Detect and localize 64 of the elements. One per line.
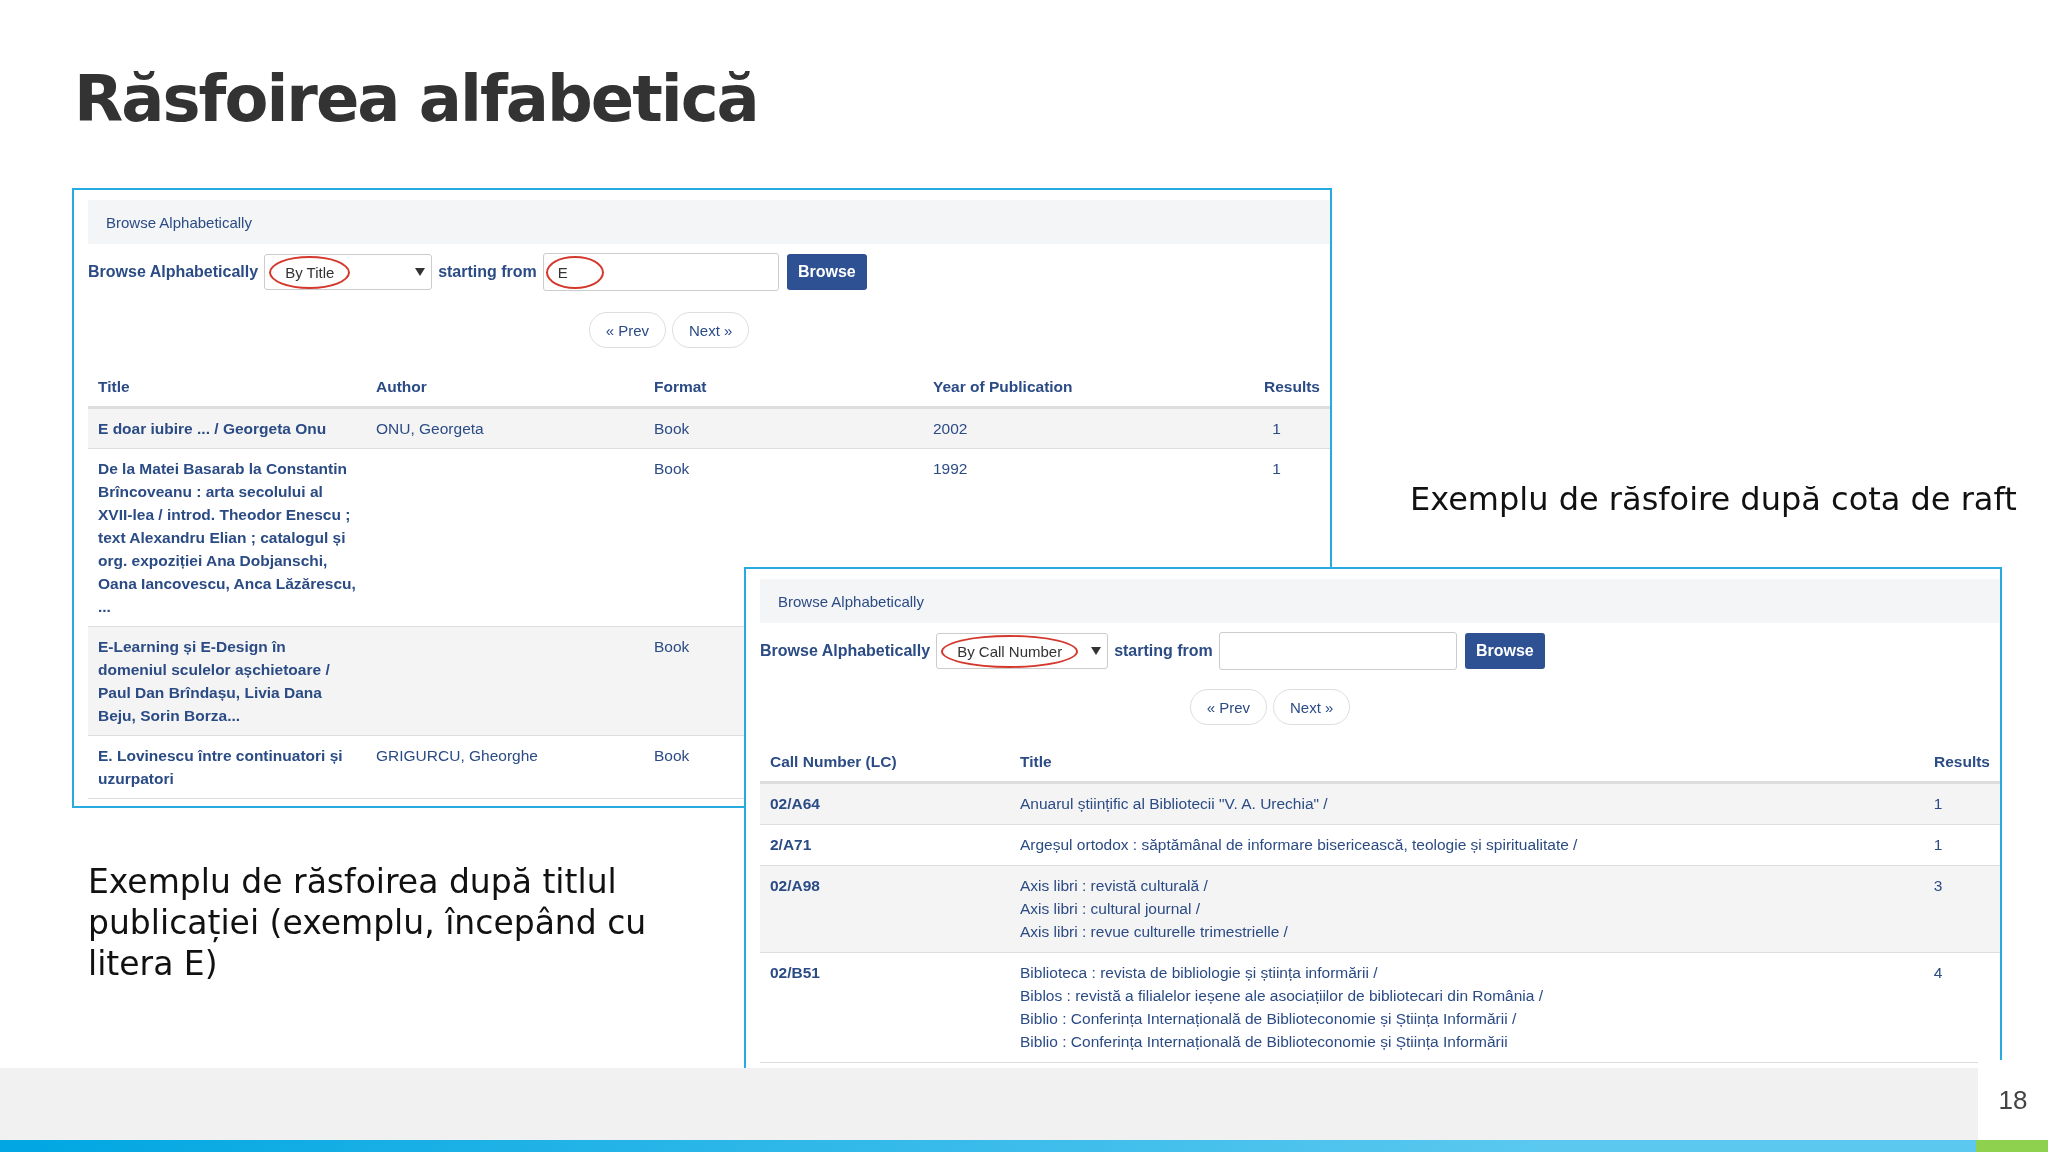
title-link[interactable]: Biblio : Conferința Internațională de Biblioteconomie și Știința Informării: [1020, 1030, 1508, 1053]
title-link[interactable]: Anuarul științific al Bibliotecii "V. A. Urechia" /: [1020, 792, 1328, 815]
table-cell-text: 1: [1272, 459, 1281, 479]
caret-icon: [1091, 647, 1102, 655]
call-number[interactable]: 02/A98: [770, 874, 820, 897]
table-cell-text: 1: [1933, 835, 1943, 855]
caption: Exemplu de răsfoirea după titlul publicației (exemplu, începând cu litera E): [88, 862, 648, 985]
column-header: Format: [654, 378, 707, 395]
title-link[interactable]: Axis libri : cultural journal /: [1020, 897, 1201, 920]
title-link[interactable]: Argeșul ortodox : săptămânal de informare bisericească, teologie și spiritualitate /: [1020, 833, 1578, 856]
field-value: E: [557, 263, 569, 281]
table-cell-text: GRIGURCU, Gheorghe: [376, 746, 538, 766]
table-cell-text: 1992: [933, 459, 968, 479]
column-header: Results: [1934, 753, 1990, 770]
title-link[interactable]: Axis libri : revistă culturală /: [1020, 874, 1208, 897]
browse-button[interactable]: Browse: [1464, 633, 1545, 669]
caption: Exemplu de răsfoire după cota de raft: [1410, 480, 2017, 520]
column-header: Author: [376, 378, 427, 395]
table-cell-text: 3: [1933, 876, 1943, 896]
browse-label: Browse Alphabetically: [88, 263, 259, 281]
starting-from-field[interactable]: E: [542, 253, 779, 291]
title-link[interactable]: E doar iubire ... / Georgeta Onu: [98, 417, 327, 440]
table-cell-text: 4: [1933, 963, 1943, 983]
table-cell-text: 2002: [933, 419, 968, 439]
column-header: Call Number (LC): [770, 753, 897, 770]
prev-button[interactable]: « Prev: [1189, 689, 1267, 725]
browse-type-select[interactable]: By Call Number: [936, 633, 1109, 669]
browse-button[interactable]: Browse: [786, 254, 867, 290]
select-value: By Call Number: [957, 642, 1063, 660]
panel-header: Browse Alphabetically: [106, 213, 252, 231]
title-link[interactable]: Biblio : Conferința Internațională de Biblioteconomie și Știința Informării /: [1020, 1007, 1517, 1030]
table-cell-text: Book: [654, 419, 690, 439]
table-cell-text: Book: [654, 637, 690, 657]
slide-title: Răsfoirea alfabetică: [74, 62, 758, 136]
title-link[interactable]: Biblos : revistă a filialelor ieșene ale asociațiilor de bibliotecari din România /: [1020, 984, 1543, 1007]
prev-button[interactable]: « Prev: [588, 312, 666, 348]
call-number[interactable]: 02/A64: [770, 792, 820, 815]
browse-type-select[interactable]: By Title: [264, 254, 433, 290]
call-number[interactable]: 2/A71: [770, 833, 812, 856]
caret-icon: [415, 268, 426, 276]
browse-label: Browse Alphabetically: [760, 642, 931, 660]
title-link[interactable]: Axis libri : revue culturelle trimestrielle /: [1020, 920, 1288, 943]
table-cell-text: Book: [654, 746, 690, 766]
table-cell-text: 1: [1933, 794, 1943, 814]
column-header: Title: [1020, 753, 1052, 770]
column-header: Title: [98, 378, 130, 395]
table-cell-text: ONU, Georgeta: [376, 419, 484, 439]
table-cell-text: Book: [654, 459, 690, 479]
title-link[interactable]: E-Learning și E-Design în domeniul sculelor așchietoare / Paul Dan Brîndașu, Livia Dana Beju, Sorin Borza...: [98, 635, 356, 727]
column-header: Results: [1264, 378, 1320, 395]
title-link[interactable]: De la Matei Basarab la Constantin Brîncoveanu : arta secolului al XVII-lea / introd. Theodor Enescu ; text Alexandru Elian ; catalogul și org. expoziției Ana Dobjanschi, Oana Iancovescu, Anca Lăzărescu, ...: [98, 457, 356, 618]
call-number[interactable]: 02/B51: [770, 961, 820, 984]
starting-from-label: starting from: [438, 263, 537, 281]
starting-from-label: starting from: [1114, 642, 1213, 660]
panel-header: Browse Alphabetically: [778, 592, 924, 610]
next-button[interactable]: Next »: [1273, 689, 1351, 725]
title-link[interactable]: E. Lovinescu între continuatori și uzurpatori: [98, 744, 356, 790]
select-value: By Title: [285, 263, 335, 281]
column-header: Year of Publication: [933, 378, 1073, 395]
table-cell-text: 1: [1272, 419, 1281, 439]
starting-from-field[interactable]: [1218, 632, 1457, 670]
page-number: 18: [1998, 1084, 2028, 1116]
title-link[interactable]: Biblioteca : revista de bibliologie și știința informării /: [1020, 961, 1378, 984]
next-button[interactable]: Next »: [672, 312, 750, 348]
